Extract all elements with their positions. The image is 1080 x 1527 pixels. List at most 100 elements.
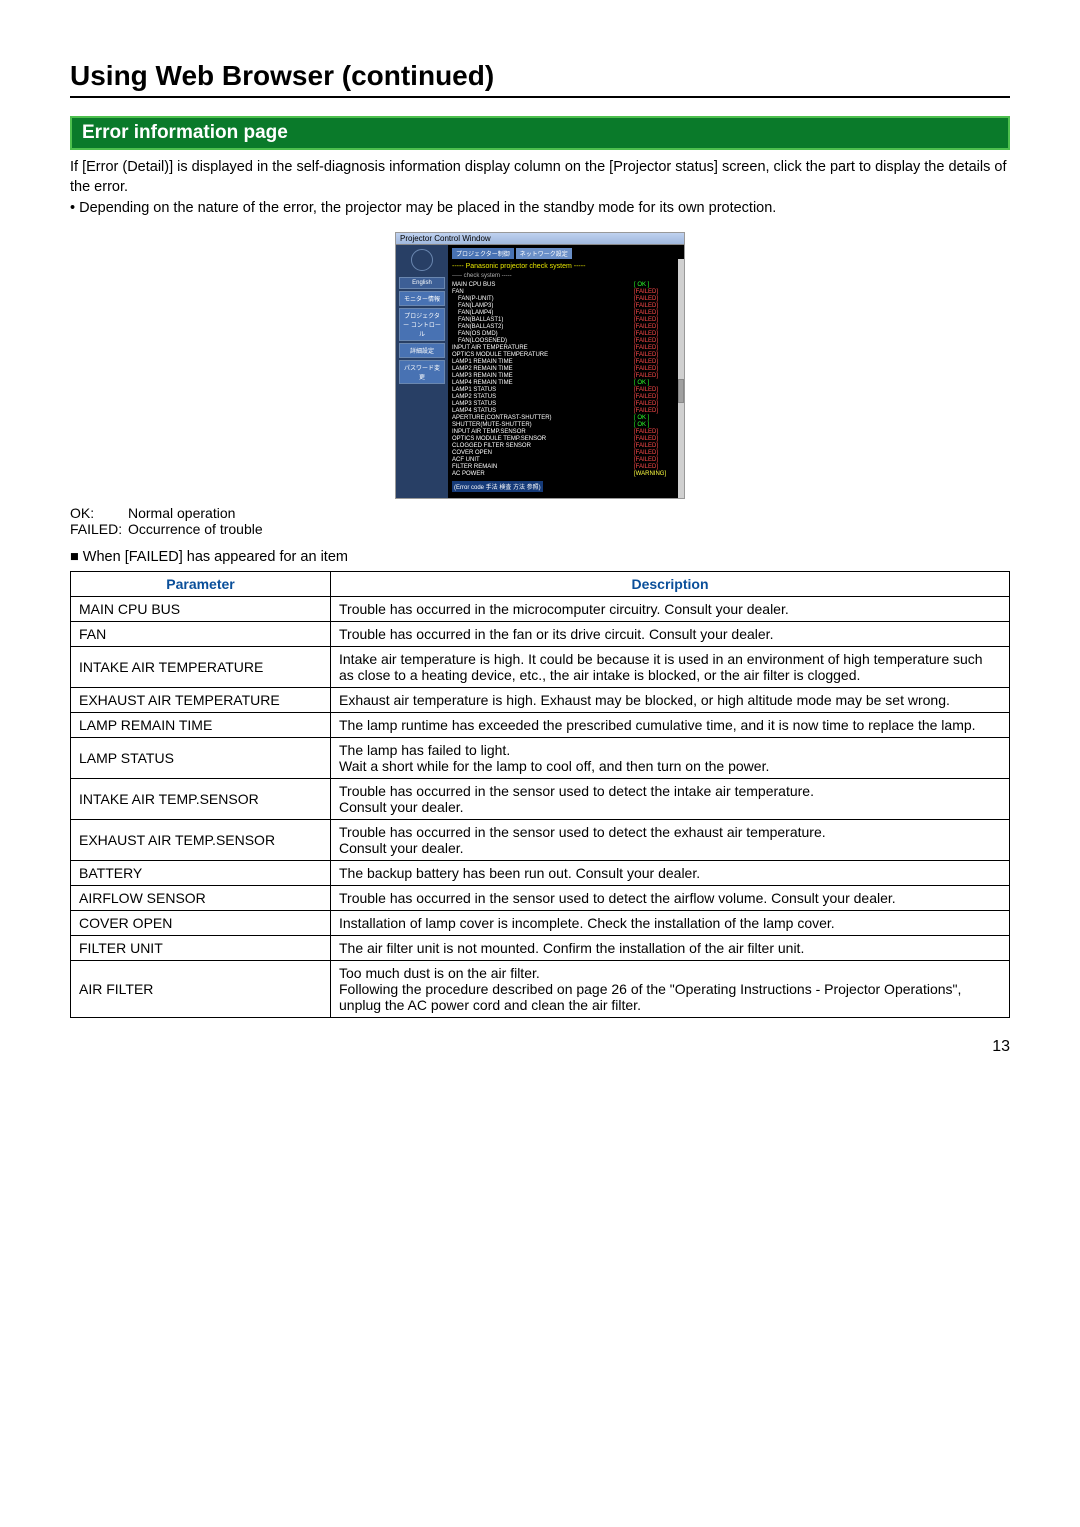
status-label: LAMP3 REMAIN TIME (452, 373, 634, 379)
param-cell: AIRFLOW SENSOR (71, 886, 331, 911)
param-cell: FAN (71, 622, 331, 647)
projector-window: Projector Control Window English モニター情報 … (395, 232, 685, 499)
status-row: FAN[FAILED] (452, 288, 680, 295)
param-cell: BATTERY (71, 861, 331, 886)
status-row: INPUT AIR TEMP.SENSOR[FAILED] (452, 428, 680, 435)
status-row: FAN(BALLAST2)[FAILED] (452, 323, 680, 330)
param-cell: LAMP REMAIN TIME (71, 713, 331, 738)
status-label: LAMP2 STATUS (452, 394, 634, 400)
title-underline (70, 96, 1010, 98)
table-row: INTAKE AIR TEMP.SENSORTrouble has occurr… (71, 779, 1010, 820)
status-label: COVER OPEN (452, 450, 634, 456)
status-value: [FAILED] (634, 450, 680, 456)
status-value: [FAILED] (634, 401, 680, 407)
legend-failed-key: FAILED: (70, 521, 128, 537)
status-label: APERTURE(CONTRAST-SHUTTER) (452, 415, 634, 421)
desc-cell: Installation of lamp cover is incomplete… (331, 911, 1010, 936)
table-row: EXHAUST AIR TEMPERATUREExhaust air tempe… (71, 688, 1010, 713)
side-detail[interactable]: 詳細設定 (399, 343, 445, 358)
status-label: FAN (452, 289, 634, 295)
status-row: OPTICS MODULE TEMP.SENSOR[FAILED] (452, 435, 680, 442)
param-cell: INTAKE AIR TEMPERATURE (71, 647, 331, 688)
status-value: [WARNING] (634, 471, 680, 477)
tab-network[interactable]: ネットワーク設定 (516, 248, 572, 259)
status-value: [FAILED] (634, 464, 680, 470)
status-label: LAMP2 REMAIN TIME (452, 366, 634, 372)
status-value: [FAILED] (634, 310, 680, 316)
status-value: [ OK ] (634, 415, 680, 421)
table-row: INTAKE AIR TEMPERATUREIntake air tempera… (71, 647, 1010, 688)
check-system-label: ----- check system ----- (452, 273, 680, 279)
table-row: COVER OPENInstallation of lamp cover is … (71, 911, 1010, 936)
status-value: [FAILED] (634, 338, 680, 344)
status-label: FILTER REMAIN (452, 464, 634, 470)
th-parameter: Parameter (71, 572, 331, 597)
status-panel: プロジェクター制御 ネットワーク設定 ----- Panasonic proje… (448, 245, 684, 498)
status-value: [FAILED] (634, 289, 680, 295)
legend-ok-val: Normal operation (128, 505, 235, 521)
side-password[interactable]: パスワード変更 (399, 360, 445, 384)
status-value: [FAILED] (634, 331, 680, 337)
desc-cell: Trouble has occurred in the sensor used … (331, 820, 1010, 861)
status-row: LAMP4 STATUS[FAILED] (452, 407, 680, 414)
status-row: SHUTTER(MUTE-SHUTTER)[ OK ] (452, 421, 680, 428)
status-value: [ OK ] (634, 380, 680, 386)
status-value: [FAILED] (634, 443, 680, 449)
desc-cell: Trouble has occurred in the fan or its d… (331, 622, 1010, 647)
status-label: OPTICS MODULE TEMPERATURE (452, 352, 634, 358)
status-value: [FAILED] (634, 394, 680, 400)
param-cell: LAMP STATUS (71, 738, 331, 779)
table-row: AIR FILTERToo much dust is on the air fi… (71, 961, 1010, 1018)
status-row: FAN(OS DMD)[FAILED] (452, 330, 680, 337)
status-row: ACF UNIT[FAILED] (452, 456, 680, 463)
sidebar: English モニター情報 プロジェクター コントロール 詳細設定 パスワード… (396, 245, 448, 498)
param-cell: MAIN CPU BUS (71, 597, 331, 622)
status-value: [FAILED] (634, 352, 680, 358)
desc-cell: Too much dust is on the air filter. Foll… (331, 961, 1010, 1018)
pcs-header: ----- Panasonic projector check system -… (452, 263, 680, 270)
status-row: FAN(LAMP3)[FAILED] (452, 302, 680, 309)
status-value: [FAILED] (634, 345, 680, 351)
status-label: INPUT AIR TEMP.SENSOR (452, 429, 634, 435)
status-row: LAMP2 STATUS[FAILED] (452, 393, 680, 400)
error-code-note: (Error code 手法 検査 方法 参照) (452, 481, 543, 492)
desc-cell: Trouble has occurred in the sensor used … (331, 886, 1010, 911)
status-label: LAMP1 STATUS (452, 387, 634, 393)
status-value: [FAILED] (634, 429, 680, 435)
side-control[interactable]: プロジェクター コントロール (399, 308, 445, 341)
scroll-thumb[interactable] (678, 379, 684, 403)
scrollbar[interactable] (678, 259, 684, 498)
section-header: Error information page (70, 116, 1010, 150)
window-titlebar: Projector Control Window (396, 233, 684, 245)
status-label: LAMP1 REMAIN TIME (452, 359, 634, 365)
status-label: LAMP3 STATUS (452, 401, 634, 407)
status-value: [FAILED] (634, 387, 680, 393)
status-label: LAMP4 STATUS (452, 408, 634, 414)
page-title: Using Web Browser (continued) (70, 60, 1010, 92)
desc-cell: Exhaust air temperature is high. Exhaust… (331, 688, 1010, 713)
table-row: MAIN CPU BUSTrouble has occurred in the … (71, 597, 1010, 622)
status-row: FAN(P-UNIT)[FAILED] (452, 295, 680, 302)
status-label: LAMP4 REMAIN TIME (452, 380, 634, 386)
note-bullet: Depending on the nature of the error, th… (70, 200, 1010, 216)
intro-text: If [Error (Detail)] is displayed in the … (70, 158, 1010, 197)
desc-cell: Intake air temperature is high. It could… (331, 647, 1010, 688)
table-row: AIRFLOW SENSORTrouble has occurred in th… (71, 886, 1010, 911)
status-label: OPTICS MODULE TEMP.SENSOR (452, 436, 634, 442)
desc-cell: The lamp has failed to light. Wait a sho… (331, 738, 1010, 779)
status-value: [FAILED] (634, 303, 680, 309)
side-monitor[interactable]: モニター情報 (399, 291, 445, 306)
status-label: FAN(BALLAST1) (452, 317, 634, 323)
tab-projector[interactable]: プロジェクター制御 (452, 248, 514, 259)
logo-icon (396, 245, 448, 275)
status-label: FAN(LAMP3) (452, 303, 634, 309)
status-row: FAN(LAMP4)[FAILED] (452, 309, 680, 316)
side-english[interactable]: English (399, 277, 445, 289)
desc-cell: The backup battery has been run out. Con… (331, 861, 1010, 886)
status-value: [FAILED] (634, 436, 680, 442)
status-label: AC POWER (452, 471, 634, 477)
status-label: ACF UNIT (452, 457, 634, 463)
table-row: FANTrouble has occurred in the fan or it… (71, 622, 1010, 647)
th-description: Description (331, 572, 1010, 597)
failed-table: Parameter Description MAIN CPU BUSTroubl… (70, 571, 1010, 1018)
